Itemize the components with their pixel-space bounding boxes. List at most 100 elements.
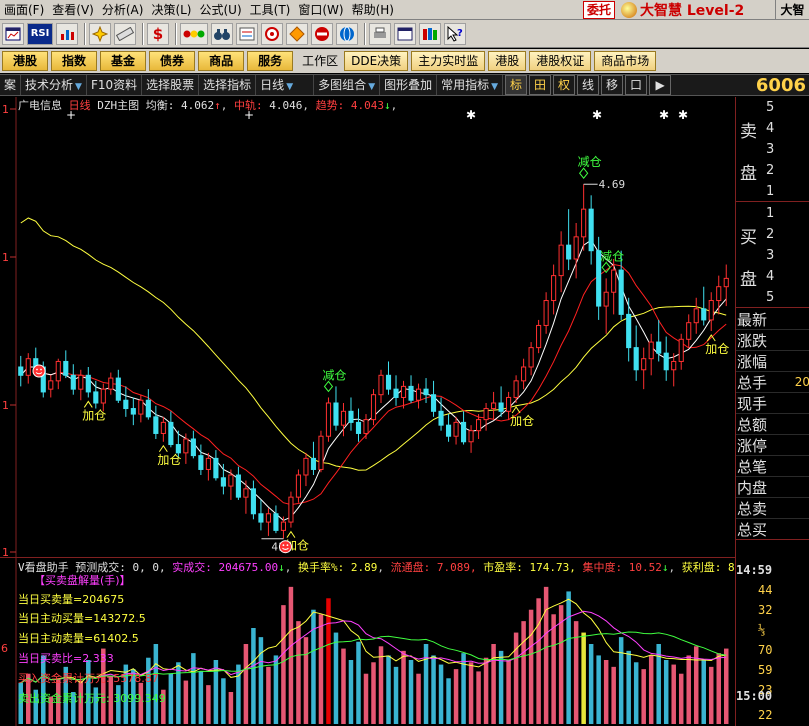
fn-tech-analysis[interactable]: 技术分析 ▼: [21, 75, 87, 95]
nav-zhishu[interactable]: 指数: [51, 51, 98, 71]
volume-bar: [641, 669, 646, 724]
volume-bar: [206, 685, 211, 724]
candle-body: [175, 444, 181, 454]
candle-body: [626, 313, 632, 349]
buy-signal-label: 加仓: [705, 342, 729, 356]
volume-bar: [393, 666, 399, 724]
nav-jijin[interactable]: 基金: [100, 51, 147, 71]
tab-biao[interactable]: 标: [505, 75, 528, 95]
nav-gangu[interactable]: 港股: [2, 51, 49, 71]
globe-icon[interactable]: [336, 22, 358, 45]
nav-zhaiquan[interactable]: 债券: [149, 51, 196, 71]
star-marker: ✱: [466, 108, 476, 122]
fn-overlay[interactable]: 图形叠加: [380, 75, 438, 95]
down-arrow-icon: ↓: [661, 561, 669, 574]
nav-commodity[interactable]: 商品市场: [594, 51, 657, 71]
price-chart[interactable]: 11114.6941加仓加仓加仓加仓加仓减仓减仓减仓+ + ✱ ✱ ✱ ✱: [0, 97, 735, 557]
sell-level[interactable]: 1: [766, 184, 780, 199]
ruler-icon[interactable]: [114, 22, 136, 45]
buy-level[interactable]: 2: [766, 227, 780, 242]
menu-item-juece[interactable]: 决策(L): [147, 0, 195, 20]
candle-body: [348, 410, 354, 423]
printer-icon[interactable]: [369, 22, 391, 45]
tick-num: 32: [758, 603, 773, 617]
next-window-title[interactable]: 大智: [775, 0, 809, 20]
diamond-icon[interactable]: [286, 22, 308, 45]
volume-panel[interactable]: V看盘助手 预测成交: 0, 0, 实成交: 204675.00↓, 换手率%:…: [0, 557, 754, 726]
profit-label: 获利盘:: [681, 561, 722, 574]
help-cursor-icon-graphic: ?: [447, 25, 463, 42]
bar-chart-icon[interactable]: [56, 22, 78, 45]
volume-bar: [498, 650, 504, 724]
menu-item-fenxi[interactable]: 分析(A): [98, 0, 148, 20]
dollar-button[interactable]: $: [147, 22, 169, 45]
float-label: 流通盘:: [390, 561, 431, 574]
tick-num: 22: [758, 708, 773, 722]
sell-level[interactable]: 5: [766, 100, 780, 115]
menu-item-bangzhu[interactable]: 帮助(H): [348, 0, 398, 20]
buy-level[interactable]: 1: [766, 206, 780, 221]
fn-select-stock[interactable]: 选择股票: [142, 75, 200, 95]
candle-body: [656, 341, 662, 354]
menu-item-gongju[interactable]: 工具(T): [246, 0, 295, 20]
books-icon[interactable]: [419, 22, 441, 45]
help-cursor-icon[interactable]: ?: [444, 22, 466, 45]
fn-an[interactable]: 案: [0, 75, 22, 95]
brand-logo-icon: [621, 1, 637, 18]
buy-signal-arrow: [511, 406, 521, 414]
fn-common-indicator[interactable]: 常用指标 ▼: [437, 75, 504, 95]
stat-row-xianshou: 现手: [736, 393, 809, 414]
vol-section-title: 【买卖盘解量(手)】: [34, 574, 131, 587]
dropdown-arrow-icon: ▼: [491, 82, 499, 92]
buy-level[interactable]: 5: [766, 290, 780, 305]
sell-level[interactable]: 2: [766, 163, 780, 178]
buy-level[interactable]: 4: [766, 269, 780, 284]
price-chart-panel[interactable]: 1 1 1 1 4.69 41 加仓 加仓 加仓 加仓 加仓 减仓 减仓 减仓 + + ✱ ✱ ✱ ✱ 广电信息 日线…: [0, 97, 735, 557]
volume-bar: [258, 637, 264, 724]
volume-bar: [566, 591, 571, 724]
target-icon[interactable]: [261, 22, 283, 45]
buy-level[interactable]: 3: [766, 248, 780, 263]
tab-xian[interactable]: 线: [577, 75, 600, 95]
nav-workspace[interactable]: 工作区: [296, 51, 344, 71]
binoculars-icon[interactable]: [211, 22, 233, 45]
sell-level[interactable]: 3: [766, 142, 780, 157]
stop-icon[interactable]: [311, 22, 333, 45]
fn-f10[interactable]: F10资料: [87, 75, 143, 95]
stock-name: 广电信息: [18, 99, 62, 112]
nav-ganggu2[interactable]: 港股: [488, 51, 527, 71]
indicator-lights-icon[interactable]: [180, 22, 208, 45]
rsi-button[interactable]: RSI: [27, 22, 53, 45]
tab-yi[interactable]: 移: [601, 75, 624, 95]
nav-dde[interactable]: DDE决策: [344, 51, 409, 71]
tab-box[interactable]: 口: [625, 75, 648, 95]
menu-item-chakan[interactable]: 查看(V): [48, 0, 98, 20]
nav-fuwu[interactable]: 服务: [247, 51, 294, 71]
menu-item-chuangkou[interactable]: 窗口(W): [294, 0, 347, 20]
candle-body: [363, 419, 369, 434]
candle-body: [618, 269, 624, 315]
fn-f10-label: F10资料: [90, 78, 138, 92]
volume-bar: [581, 632, 586, 724]
nav-zhuli[interactable]: 主力实时监: [411, 51, 486, 71]
fn-select-indicator[interactable]: 选择指标: [199, 75, 257, 95]
menu-item-gongshi[interactable]: 公式(U): [196, 0, 246, 20]
tab-play[interactable]: ▶: [649, 75, 672, 95]
tab-quan[interactable]: 权: [553, 75, 576, 95]
fn-multi-chart[interactable]: 多图组合 ▼: [314, 75, 381, 95]
fn-period[interactable]: 日线 ▼: [256, 75, 315, 95]
tab-grid[interactable]: 田: [529, 75, 552, 95]
candle-body: [498, 402, 504, 412]
checklist-icon[interactable]: [236, 22, 258, 45]
sell-level[interactable]: 4: [766, 121, 780, 136]
menu-item-huamian[interactable]: 画面(F): [0, 0, 48, 20]
window-icon[interactable]: [394, 22, 416, 45]
crosshair-icon[interactable]: [89, 22, 111, 45]
junheng-value: 4.062: [181, 99, 215, 112]
nav-warrant[interactable]: 港股权证: [529, 51, 592, 71]
chart-window-icon[interactable]: [2, 22, 24, 45]
nav-shangpin[interactable]: 商品: [198, 51, 245, 71]
pe-label: 市盈率:: [483, 561, 523, 574]
candle-body: [78, 374, 84, 390]
trade-order-button[interactable]: 委托: [582, 0, 615, 19]
